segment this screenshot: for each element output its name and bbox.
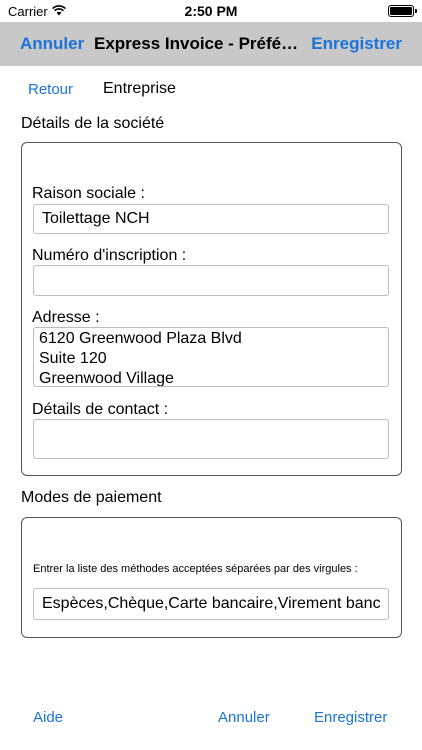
help-button[interactable]: Aide bbox=[33, 709, 63, 726]
payment-section-heading: Modes de paiement bbox=[21, 489, 162, 506]
address-label: Adresse : bbox=[32, 309, 100, 326]
contact-details-label: Détails de contact : bbox=[32, 401, 169, 418]
status-bar: Carrier 2:50 PM bbox=[0, 0, 422, 22]
navigation-bar: Annuler Express Invoice - Préférences En… bbox=[0, 22, 422, 66]
battery-icon bbox=[388, 5, 417, 17]
company-name-label: Raison sociale : bbox=[32, 185, 145, 202]
company-name-input[interactable] bbox=[33, 204, 389, 234]
contact-details-textarea[interactable] bbox=[33, 419, 389, 459]
bottom-cancel-button[interactable]: Annuler bbox=[218, 709, 270, 726]
section-title: Entreprise bbox=[103, 80, 176, 97]
status-time: 2:50 PM bbox=[184, 3, 238, 19]
payment-methods-input[interactable] bbox=[33, 588, 389, 620]
bottom-toolbar: Aide Annuler Enregistrer bbox=[0, 700, 422, 734]
back-button[interactable]: Retour bbox=[28, 81, 73, 98]
nav-cancel-button[interactable]: Annuler bbox=[20, 34, 84, 54]
address-textarea[interactable]: 6120 Greenwood Plaza Blvd Suite 120 Gree… bbox=[33, 327, 389, 387]
sub-navigation: Retour Entreprise bbox=[0, 80, 422, 100]
home-indicator bbox=[144, 737, 278, 742]
registration-number-label: Numéro d'inscription : bbox=[32, 247, 187, 264]
payment-methods-hint: Entrer la liste des méthodes acceptées s… bbox=[33, 563, 358, 575]
registration-number-input[interactable] bbox=[33, 265, 389, 296]
nav-title: Express Invoice - Préférences bbox=[94, 34, 304, 53]
nav-save-button[interactable]: Enregistrer bbox=[311, 34, 402, 54]
company-section-heading: Détails de la société bbox=[21, 115, 165, 132]
bottom-save-button[interactable]: Enregistrer bbox=[314, 709, 387, 726]
